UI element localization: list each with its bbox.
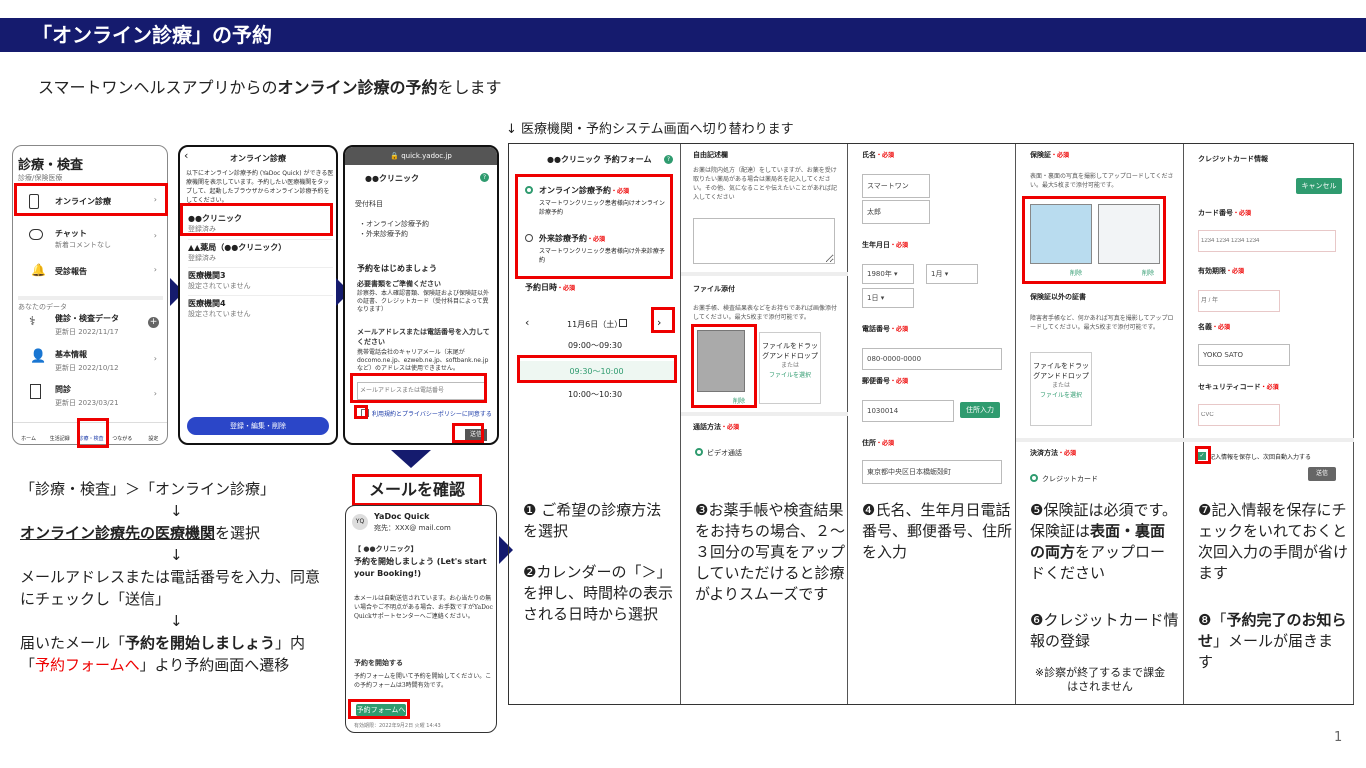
address-input[interactable]: 東京都中央区日本橋蛎殻町: [862, 460, 1002, 484]
submit-button[interactable]: 送信: [1308, 467, 1336, 481]
lock-icon: 🔒: [390, 152, 402, 160]
left-steps: 「診療・検査」＞「オンライン診療」 ↓ オンライン診療先の医療機関を選択 ↓ メ…: [20, 480, 321, 674]
institution-item[interactable]: 医療機関3 設定されていません: [188, 267, 333, 295]
person-icon: 👤: [30, 349, 47, 364]
url-bar: 🔒 quick.yadoc.jp: [345, 147, 497, 165]
prev-icon[interactable]: ‹: [525, 316, 529, 329]
page-title: 「オンライン診療」の予約: [0, 18, 1366, 52]
calendar-icon: [619, 319, 627, 327]
highlight-agree: [354, 405, 368, 419]
expiry-input[interactable]: [1198, 290, 1280, 312]
mail-check-label: メールを確認: [352, 474, 482, 506]
free-text-input[interactable]: [693, 218, 835, 264]
nav-log[interactable]: 生活記録: [44, 423, 75, 444]
radio-video[interactable]: [695, 448, 703, 456]
highlight-time: [517, 355, 677, 383]
radio-credit[interactable]: [1030, 474, 1038, 482]
switch-note: ↓ 医療機関・予約システム画面へ切り替わります: [506, 122, 794, 137]
menu-chat[interactable]: チャット 新着コメントなし ›: [19, 224, 161, 252]
help-icon[interactable]: ?: [480, 173, 489, 182]
time-slot[interactable]: 09:00〜09:30: [509, 340, 681, 351]
data-checkup[interactable]: ⚕ 健診・検査データ 更新日 2022/11/17 +: [19, 310, 161, 340]
highlight-save: [1195, 446, 1211, 464]
flow-arrow-down: [391, 450, 431, 468]
highlight-method: [515, 174, 673, 279]
highlight-next: [651, 307, 675, 333]
reservation-system-panel: ●●クリニック 予約フォーム ? オンライン診療予約・必須 スマートワンクリニッ…: [508, 143, 1354, 705]
time-slot[interactable]: 10:00〜10:30: [509, 389, 681, 400]
nav-home[interactable]: ホーム: [13, 423, 44, 444]
cancel-button[interactable]: キャンセル: [1296, 178, 1342, 194]
nav-settings[interactable]: 設定: [138, 423, 167, 444]
highlight-send: [452, 423, 484, 443]
avatar: YQ: [352, 514, 368, 530]
bell-icon: 🔔: [31, 263, 46, 277]
page-number: 1: [1334, 730, 1343, 745]
data-interview[interactable]: 問診 更新日 2023/03/21 ›: [19, 381, 161, 411]
institution-item[interactable]: 医療機関4 設定されていません: [188, 295, 333, 323]
birth-month-select[interactable]: 1月 ▾: [926, 264, 978, 284]
col-personal: 氏名・必須 スマートワン 太郎 生年月日・必須 1980年 ▾ 1月 ▾ 1日 …: [848, 144, 1016, 704]
highlight-form-button: [348, 699, 410, 719]
phone-screen-online-list: オンライン診療 ‹ 以下にオンライン診療予約 (YaDoc Quick) ができ…: [178, 145, 338, 445]
card-number-input[interactable]: [1198, 230, 1336, 252]
address-lookup-button[interactable]: 住所入力: [960, 402, 1000, 418]
last-name-input[interactable]: スマートワン: [862, 174, 930, 198]
data-basic[interactable]: 👤 基本情報 更新日 2022/10/12 ›: [19, 346, 161, 376]
back-icon[interactable]: ‹: [184, 149, 188, 162]
birth-year-select[interactable]: 1980年 ▾: [862, 264, 914, 284]
col-card: クレジットカード情報 キャンセル カード番号・必須 有効期限・必須 名義・必須 …: [1184, 144, 1354, 704]
highlight-online: [14, 183, 168, 216]
highlight-upload: [691, 324, 757, 408]
phone-input[interactable]: 080-0000-0000: [862, 348, 1002, 370]
help-icon[interactable]: ?: [664, 155, 673, 164]
highlight-email: [350, 373, 487, 403]
highlight-insurance: [1022, 196, 1166, 284]
pharmacy-item[interactable]: ▲▲薬局（●●クリニック） 登録済み: [188, 239, 333, 267]
file-dropzone[interactable]: ファイルをドラッグアンドドロップ または ファイルを選択: [759, 332, 821, 404]
add-icon: +: [148, 317, 159, 328]
zip-input[interactable]: 1030014: [862, 400, 954, 422]
chat-icon: [29, 229, 43, 240]
birth-day-select[interactable]: 1日 ▾: [862, 288, 914, 308]
highlight-clinic: [180, 203, 333, 236]
clipboard-icon: [30, 384, 41, 399]
stethoscope-icon: ⚕: [29, 314, 36, 328]
card-name-input[interactable]: YOKO SATO: [1198, 344, 1290, 366]
col-notes: 自由記述欄 お薬は院内処方（配達）をしていますが、お薬を受け取りたい薬局がある場…: [681, 144, 848, 704]
cvc-input[interactable]: [1198, 404, 1280, 426]
edit-button[interactable]: 登録・編集・削除: [187, 417, 329, 435]
menu-report[interactable]: 🔔 受診報告 ›: [19, 258, 161, 284]
highlight-nav-exam: [77, 418, 109, 448]
first-name-input[interactable]: 太郎: [862, 200, 930, 224]
other-dropzone[interactable]: ファイルをドラッグアンドドロップ または ファイルを選択: [1030, 352, 1092, 426]
subtitle: スマートワンヘルスアプリからのオンライン診療の予約をします: [38, 78, 502, 97]
nav-connect[interactable]: つながる: [107, 423, 138, 444]
